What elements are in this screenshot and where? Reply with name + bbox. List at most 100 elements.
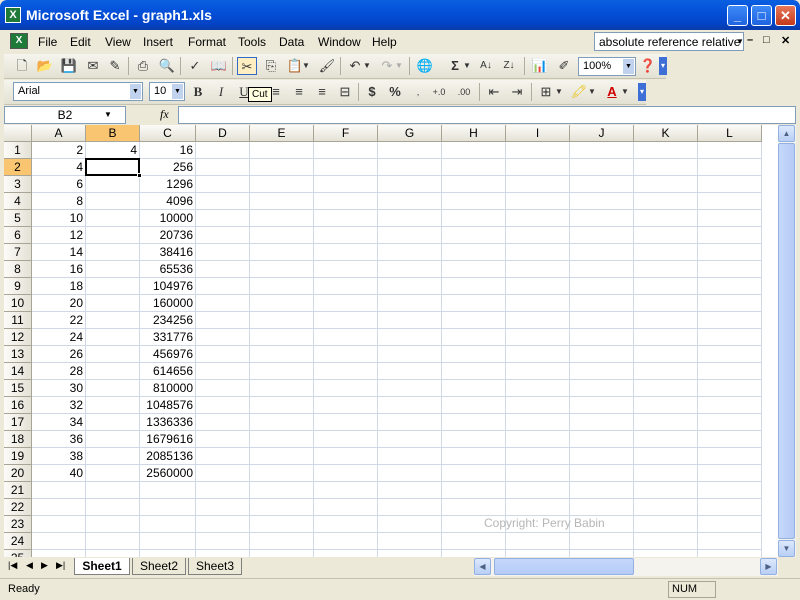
cell-i6[interactable]	[506, 227, 570, 244]
cell-h20[interactable]	[442, 465, 506, 482]
row-header-3[interactable]: 3	[4, 176, 32, 193]
cell-k21[interactable]	[634, 482, 698, 499]
cell-a8[interactable]: 16	[32, 261, 86, 278]
cell-j17[interactable]	[570, 414, 634, 431]
cell-k3[interactable]	[634, 176, 698, 193]
row-header-21[interactable]: 21	[4, 482, 32, 499]
cell-d2[interactable]	[196, 159, 250, 176]
cell-d13[interactable]	[196, 346, 250, 363]
print-icon[interactable]: ⎙	[133, 57, 153, 75]
cell-a15[interactable]: 30	[32, 380, 86, 397]
cell-e24[interactable]	[250, 533, 314, 550]
cell-f7[interactable]	[314, 244, 378, 261]
cell-k11[interactable]	[634, 312, 698, 329]
row-header-25[interactable]: 25	[4, 550, 32, 557]
cell-k9[interactable]	[634, 278, 698, 295]
align-center-icon[interactable]: ≡	[289, 83, 309, 101]
cell-c7[interactable]: 38416	[140, 244, 196, 261]
cell-l4[interactable]	[698, 193, 762, 210]
cell-g18[interactable]	[378, 431, 442, 448]
column-header-i[interactable]: I	[506, 125, 570, 142]
excel-app-icon[interactable]: X	[5, 7, 21, 23]
cell-f14[interactable]	[314, 363, 378, 380]
cell-a6[interactable]: 12	[32, 227, 86, 244]
cell-e6[interactable]	[250, 227, 314, 244]
cell-a13[interactable]: 26	[32, 346, 86, 363]
cell-d24[interactable]	[196, 533, 250, 550]
cell-b1[interactable]: 4	[86, 142, 140, 159]
cell-e4[interactable]	[250, 193, 314, 210]
cell-b18[interactable]	[86, 431, 140, 448]
cell-j4[interactable]	[570, 193, 634, 210]
cell-i17[interactable]	[506, 414, 570, 431]
save-icon[interactable]: 💾	[59, 57, 79, 75]
undo-chevron-icon[interactable]: ▼	[362, 57, 372, 75]
formula-input[interactable]	[178, 106, 796, 124]
cell-c10[interactable]: 160000	[140, 295, 196, 312]
cell-g5[interactable]	[378, 210, 442, 227]
cell-g2[interactable]	[378, 159, 442, 176]
cell-b11[interactable]	[86, 312, 140, 329]
cell-f9[interactable]	[314, 278, 378, 295]
cell-l18[interactable]	[698, 431, 762, 448]
cell-l17[interactable]	[698, 414, 762, 431]
cell-k12[interactable]	[634, 329, 698, 346]
row-header-2[interactable]: 2	[4, 159, 32, 176]
cell-d19[interactable]	[196, 448, 250, 465]
cell-i12[interactable]	[506, 329, 570, 346]
borders-icon[interactable]: ⊞	[536, 83, 556, 101]
first-sheet-icon[interactable]: |◀	[8, 560, 17, 571]
merge-center-icon[interactable]: ⊟	[335, 83, 355, 101]
next-sheet-icon[interactable]: ▶	[41, 560, 48, 571]
cell-d15[interactable]	[196, 380, 250, 397]
row-header-7[interactable]: 7	[4, 244, 32, 261]
cell-k20[interactable]	[634, 465, 698, 482]
font-size-select[interactable]: 10 ▼	[149, 82, 185, 101]
cell-c1[interactable]: 16	[140, 142, 196, 159]
cell-e23[interactable]	[250, 516, 314, 533]
scroll-down-icon[interactable]: ▼	[778, 540, 795, 557]
cell-k25[interactable]	[634, 550, 698, 557]
zoom-select[interactable]: 100% ▼	[578, 57, 636, 76]
cell-g7[interactable]	[378, 244, 442, 261]
cell-c16[interactable]: 1048576	[140, 397, 196, 414]
sort-ascending-icon[interactable]: A↓	[476, 57, 496, 75]
row-header-18[interactable]: 18	[4, 431, 32, 448]
cell-b19[interactable]	[86, 448, 140, 465]
cell-i4[interactable]	[506, 193, 570, 210]
cell-f24[interactable]	[314, 533, 378, 550]
cell-c9[interactable]: 104976	[140, 278, 196, 295]
cell-l9[interactable]	[698, 278, 762, 295]
row-header-15[interactable]: 15	[4, 380, 32, 397]
comma-style-icon[interactable]: ,	[408, 83, 428, 101]
cell-l15[interactable]	[698, 380, 762, 397]
tab-sheet3[interactable]: Sheet3	[188, 558, 242, 575]
cell-a9[interactable]: 18	[32, 278, 86, 295]
cell-h11[interactable]	[442, 312, 506, 329]
cell-j19[interactable]	[570, 448, 634, 465]
cell-i3[interactable]	[506, 176, 570, 193]
cell-j2[interactable]	[570, 159, 634, 176]
cell-d23[interactable]	[196, 516, 250, 533]
cell-l16[interactable]	[698, 397, 762, 414]
cell-g19[interactable]	[378, 448, 442, 465]
row-header-17[interactable]: 17	[4, 414, 32, 431]
cell-f16[interactable]	[314, 397, 378, 414]
menu-edit[interactable]: Edit	[70, 35, 91, 49]
cell-c25[interactable]	[140, 550, 196, 557]
spelling-icon[interactable]: ✓	[185, 57, 205, 75]
cell-a4[interactable]: 8	[32, 193, 86, 210]
column-header-f[interactable]: F	[314, 125, 378, 142]
cell-h9[interactable]	[442, 278, 506, 295]
column-header-a[interactable]: A	[32, 125, 86, 142]
row-header-1[interactable]: 1	[4, 142, 32, 159]
cell-f1[interactable]	[314, 142, 378, 159]
cell-g21[interactable]	[378, 482, 442, 499]
autosum-chevron-icon[interactable]: ▼	[462, 57, 472, 75]
maximize-button[interactable]: □	[751, 5, 772, 26]
cell-j14[interactable]	[570, 363, 634, 380]
cell-c6[interactable]: 20736	[140, 227, 196, 244]
cell-g8[interactable]	[378, 261, 442, 278]
scroll-up-icon[interactable]: ▲	[778, 125, 795, 142]
cell-j20[interactable]	[570, 465, 634, 482]
